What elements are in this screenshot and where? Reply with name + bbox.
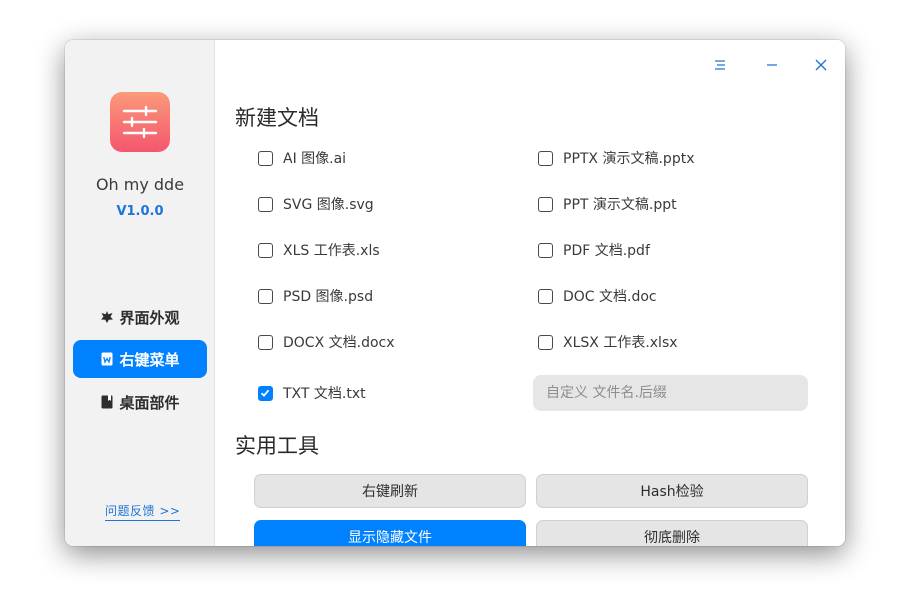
main-content: 新建文档 AI 图像.ai PPTX 演示文稿.pptx SVG 图像.svg … bbox=[216, 40, 845, 546]
option-docx[interactable]: DOCX 文档.docx bbox=[258, 331, 395, 353]
book-icon bbox=[100, 395, 114, 409]
custom-suffix-input[interactable] bbox=[533, 375, 808, 411]
option-label: DOC 文档.doc bbox=[563, 289, 657, 305]
option-label: PDF 文档.pdf bbox=[563, 243, 650, 259]
option-xlsx[interactable]: XLSX 工作表.xlsx bbox=[538, 331, 678, 353]
checkbox-checked[interactable] bbox=[258, 385, 273, 401]
app-name: Oh my dde bbox=[95, 175, 185, 194]
option-label: XLSX 工作表.xlsx bbox=[563, 335, 678, 351]
sidebar-item-context-menu[interactable]: 右键菜单 bbox=[73, 340, 207, 378]
option-label: PPTX 演示文稿.pptx bbox=[563, 151, 695, 167]
checkbox[interactable] bbox=[258, 196, 273, 212]
option-svg[interactable]: SVG 图像.svg bbox=[258, 193, 374, 215]
checkbox[interactable] bbox=[258, 334, 273, 350]
close-icon bbox=[815, 59, 827, 71]
checkbox[interactable] bbox=[538, 150, 553, 166]
show-hidden-files-button[interactable]: 显示隐藏文件 bbox=[254, 520, 526, 546]
bug-icon bbox=[100, 310, 114, 324]
option-label: XLS 工作表.xls bbox=[283, 243, 380, 259]
close-button[interactable] bbox=[810, 54, 832, 76]
app-window: Oh my dde V1.0.0 界面外观 右键菜单 桌面部件 问题反馈 >> bbox=[65, 40, 845, 546]
app-version: V1.0.0 bbox=[116, 204, 164, 219]
word-doc-icon bbox=[100, 352, 114, 366]
hash-check-button[interactable]: Hash检验 bbox=[536, 474, 808, 508]
app-logo-icon bbox=[110, 92, 170, 152]
minimize-icon bbox=[767, 64, 777, 66]
checkbox[interactable] bbox=[258, 288, 273, 304]
option-ai[interactable]: AI 图像.ai bbox=[258, 147, 346, 169]
checkmark-icon bbox=[260, 389, 270, 397]
option-label: DOCX 文档.docx bbox=[283, 335, 395, 351]
option-label: TXT 文档.txt bbox=[283, 386, 366, 402]
option-ppt[interactable]: PPT 演示文稿.ppt bbox=[538, 193, 677, 215]
sidebar-item-label: 右键菜单 bbox=[119, 350, 180, 369]
sidebar-item-label: 界面外观 bbox=[119, 308, 180, 327]
option-label: PPT 演示文稿.ppt bbox=[563, 197, 677, 213]
checkbox[interactable] bbox=[538, 242, 553, 258]
sidebar-item-label: 桌面部件 bbox=[119, 393, 180, 412]
option-pptx[interactable]: PPTX 演示文稿.pptx bbox=[538, 147, 694, 169]
checkbox[interactable] bbox=[258, 242, 273, 258]
option-label: SVG 图像.svg bbox=[283, 197, 374, 213]
menu-button[interactable] bbox=[709, 54, 731, 76]
option-doc[interactable]: DOC 文档.doc bbox=[538, 285, 657, 307]
option-pdf[interactable]: PDF 文档.pdf bbox=[538, 239, 650, 261]
sidebar-item-desktop-widgets[interactable]: 桌面部件 bbox=[73, 383, 207, 421]
checkbox[interactable] bbox=[538, 196, 553, 212]
option-txt[interactable]: TXT 文档.txt bbox=[258, 382, 366, 404]
sidebar-item-appearance[interactable]: 界面外观 bbox=[73, 298, 207, 336]
checkbox[interactable] bbox=[538, 334, 553, 350]
checkbox[interactable] bbox=[258, 150, 273, 166]
refresh-button[interactable]: 右键刷新 bbox=[254, 474, 526, 508]
option-psd[interactable]: PSD 图像.psd bbox=[258, 285, 373, 307]
feedback-link[interactable]: 问题反馈 >> bbox=[105, 502, 181, 521]
tools-title: 实用工具 bbox=[235, 434, 319, 458]
permanent-delete-button[interactable]: 彻底删除 bbox=[536, 520, 808, 546]
menu-icon bbox=[715, 60, 725, 70]
sidebar: Oh my dde V1.0.0 界面外观 右键菜单 桌面部件 问题反馈 >> bbox=[65, 40, 215, 546]
new-document-title: 新建文档 bbox=[235, 106, 319, 130]
checkbox[interactable] bbox=[538, 288, 553, 304]
minimize-button[interactable] bbox=[761, 54, 783, 76]
option-label: PSD 图像.psd bbox=[283, 289, 374, 305]
option-xls[interactable]: XLS 工作表.xls bbox=[258, 239, 380, 261]
option-label: AI 图像.ai bbox=[283, 151, 347, 167]
